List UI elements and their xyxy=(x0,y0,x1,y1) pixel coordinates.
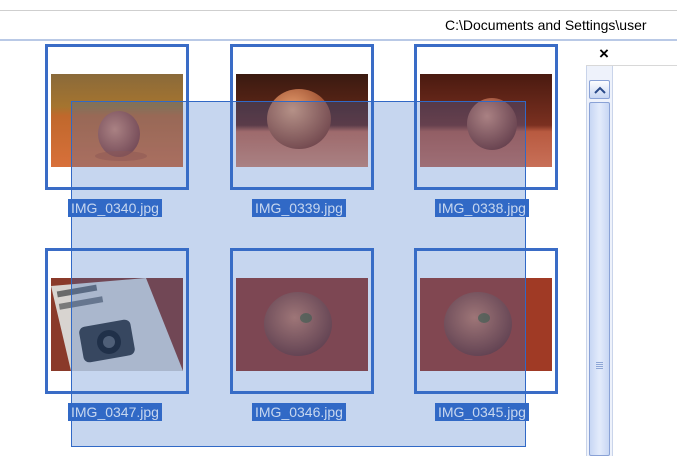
photo-img-0347 xyxy=(51,278,183,371)
vertical-scrollbar[interactable] xyxy=(586,66,613,456)
address-bar: C:\Documents and Settings\user xyxy=(0,11,677,41)
scrollbar-thumb[interactable] xyxy=(589,102,610,456)
photo-img-0339 xyxy=(236,74,368,167)
grip-icon xyxy=(596,361,603,370)
photo-img-0338 xyxy=(420,74,552,167)
thumbnail-caption[interactable]: IMG_0347.jpg xyxy=(68,403,162,421)
thumbnail-caption[interactable]: IMG_0346.jpg xyxy=(252,403,346,421)
thumbnail-item[interactable] xyxy=(230,44,374,190)
thumbnail-item[interactable] xyxy=(45,44,189,190)
thumbnail-caption[interactable]: IMG_0339.jpg xyxy=(252,199,346,217)
side-panel: × xyxy=(586,41,677,456)
thumbnail-caption[interactable]: IMG_0340.jpg xyxy=(68,199,162,217)
thumbnail-caption[interactable]: IMG_0345.jpg xyxy=(435,403,529,421)
photo-img-0346 xyxy=(236,278,368,371)
photo-img-0340 xyxy=(51,74,183,167)
photo-img-0345 xyxy=(420,278,552,371)
thumbnail-view[interactable]: IMG_0340.jpg IMG_0339.jpg IMG_0338.jpg I… xyxy=(0,41,586,456)
thumbnail-item[interactable] xyxy=(414,248,558,394)
thumbnail-item[interactable] xyxy=(230,248,374,394)
address-path: C:\Documents and Settings\user xyxy=(445,17,647,33)
thumbnail-item[interactable] xyxy=(414,44,558,190)
thumbnail-caption[interactable]: IMG_0338.jpg xyxy=(435,199,529,217)
scroll-up-button[interactable] xyxy=(589,80,610,99)
thumbnail-item[interactable] xyxy=(45,248,189,394)
chevron-up-icon xyxy=(594,86,606,94)
top-toolbar-strip xyxy=(0,0,677,11)
close-icon[interactable]: × xyxy=(599,44,609,64)
side-panel-header: × xyxy=(586,41,677,66)
